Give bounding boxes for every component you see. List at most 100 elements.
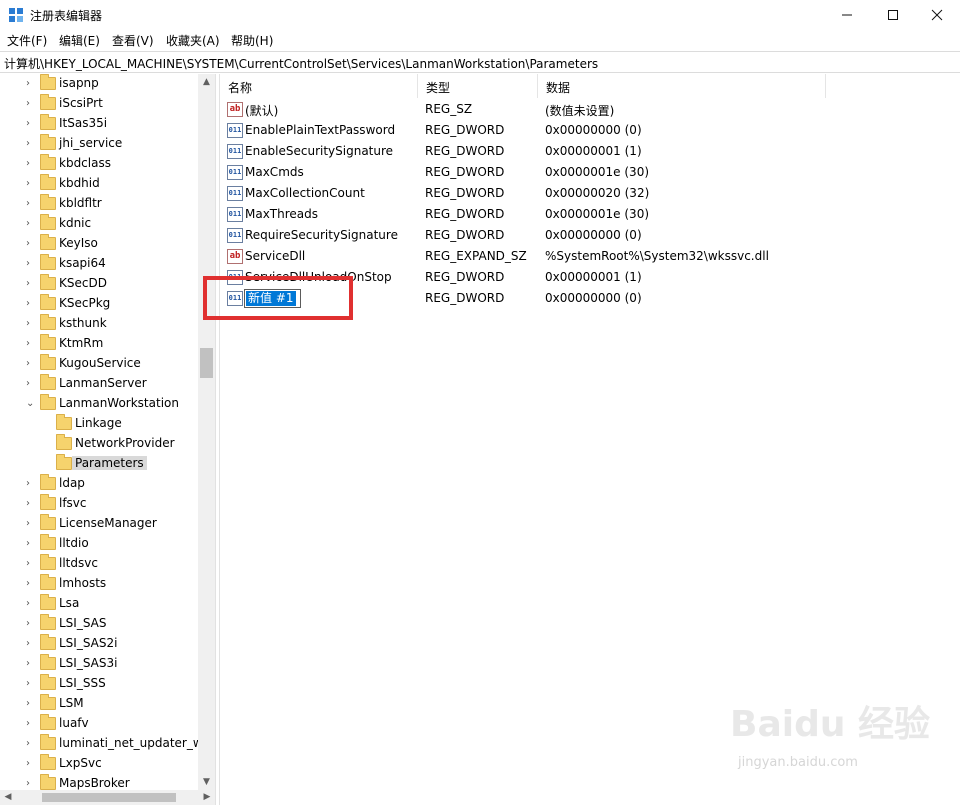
tree-item[interactable]: › ldap (0, 474, 198, 494)
chevron-right-icon[interactable]: › (26, 358, 36, 370)
tree-item[interactable]: › LxpSvc (0, 754, 198, 774)
chevron-right-icon[interactable]: › (26, 758, 36, 770)
chevron-right-icon[interactable]: › (26, 558, 36, 570)
value-row[interactable]: 011 EnableSecuritySignature REG_DWORD 0x000… (220, 141, 960, 162)
chevron-right-icon[interactable]: › (26, 678, 36, 690)
column-header-name[interactable]: 名称 (220, 74, 418, 98)
chevron-right-icon[interactable]: › (26, 378, 36, 390)
chevron-right-icon[interactable]: › (26, 578, 36, 590)
value-row[interactable]: 011 MaxCmds REG_DWORD 0x0000001e (30) (220, 162, 960, 183)
tree-item[interactable]: › KugouService (0, 354, 198, 374)
address-bar[interactable]: 计算机\HKEY_LOCAL_MACHINE\SYSTEM\CurrentCon… (0, 51, 960, 73)
chevron-right-icon[interactable]: › (26, 538, 36, 550)
chevron-right-icon[interactable]: › (26, 698, 36, 710)
chevron-right-icon[interactable]: › (26, 498, 36, 510)
chevron-right-icon[interactable]: › (26, 278, 36, 290)
tree-item[interactable]: › lfsvc (0, 494, 198, 514)
value-row[interactable]: 011 MaxCollectionCount REG_DWORD 0x00000020… (220, 183, 960, 204)
tree-item[interactable]: › KeyIso (0, 234, 198, 254)
tree-item[interactable]: › kbdhid (0, 174, 198, 194)
value-row[interactable]: 011 MaxThreads REG_DWORD 0x0000001e (30) (220, 204, 960, 225)
tree-item[interactable]: › KSecDD (0, 274, 198, 294)
chevron-right-icon[interactable]: › (26, 178, 36, 190)
tree-item[interactable]: › LSI_SAS2i (0, 634, 198, 654)
close-button[interactable] (914, 0, 960, 30)
value-row[interactable]: ab (默认) REG_SZ (数值未设置) (220, 99, 960, 120)
tree-item[interactable]: Linkage (0, 414, 198, 434)
h-scroll-thumb[interactable] (42, 793, 176, 802)
chevron-right-icon[interactable]: › (26, 658, 36, 670)
chevron-right-icon[interactable]: › (26, 478, 36, 490)
tree-item[interactable]: › luafv (0, 714, 198, 734)
maximize-button[interactable] (870, 0, 916, 30)
chevron-right-icon[interactable]: › (26, 618, 36, 630)
tree-item[interactable]: › LSI_SAS (0, 614, 198, 634)
scroll-thumb[interactable] (200, 348, 213, 378)
menu-favorites[interactable]: 收藏夹(A) (166, 32, 220, 49)
chevron-right-icon[interactable]: › (26, 338, 36, 350)
chevron-right-icon[interactable]: › (26, 598, 36, 610)
chevron-right-icon[interactable]: › (26, 138, 36, 150)
tree-item[interactable]: › LSI_SAS3i (0, 654, 198, 674)
chevron-right-icon[interactable]: › (26, 718, 36, 730)
chevron-right-icon[interactable]: › (26, 98, 36, 110)
scroll-down-icon[interactable]: ▼ (198, 774, 215, 790)
tree-item[interactable]: › lltdsvc (0, 554, 198, 574)
chevron-right-icon[interactable]: › (26, 638, 36, 650)
menu-view[interactable]: 查看(V) (112, 32, 154, 49)
value-row[interactable]: 011 RequireSecuritySignature REG_DWORD 0x00… (220, 225, 960, 246)
folder-icon (40, 514, 56, 530)
menu-help[interactable]: 帮助(H) (231, 32, 273, 49)
tree-item[interactable]: › lltdio (0, 534, 198, 554)
tree-item[interactable]: › KSecPkg (0, 294, 198, 314)
value-row[interactable]: 011 EnablePlainTextPassword REG_DWORD 0x000… (220, 120, 960, 141)
menu-file[interactable]: 文件(F) (7, 32, 47, 49)
chevron-right-icon[interactable]: › (26, 318, 36, 330)
scroll-left-icon[interactable]: ◀ (0, 790, 16, 805)
chevron-right-icon[interactable]: › (26, 118, 36, 130)
tree-item[interactable]: › LSI_SSS (0, 674, 198, 694)
chevron-right-icon[interactable]: › (26, 518, 36, 530)
chevron-right-icon[interactable]: › (26, 158, 36, 170)
chevron-right-icon[interactable]: › (26, 778, 36, 790)
column-header-data[interactable]: 数据 (538, 74, 826, 98)
chevron-right-icon[interactable]: › (26, 238, 36, 250)
value-row[interactable]: ab ServiceDll REG_EXPAND_SZ %SystemRoot%\Sy… (220, 246, 960, 267)
tree-item[interactable]: › ksapi64 (0, 254, 198, 274)
tree-item[interactable]: › LSM (0, 694, 198, 714)
tree-item[interactable]: NetworkProvider (0, 434, 198, 454)
tree-item[interactable]: › kbldfltr (0, 194, 198, 214)
chevron-right-icon[interactable]: › (26, 78, 36, 90)
address-path[interactable]: 计算机\HKEY_LOCAL_MACHINE\SYSTEM\CurrentCon… (4, 55, 598, 72)
folder-icon (40, 214, 56, 230)
tree-horizontal-scrollbar[interactable]: ◀ ▶ (0, 790, 215, 805)
tree-item[interactable]: › kbdclass (0, 154, 198, 174)
tree-item[interactable]: › jhi_service (0, 134, 198, 154)
tree-item[interactable]: › luminati_net_updater_wi (0, 734, 206, 754)
chevron-right-icon[interactable]: › (26, 218, 36, 230)
scroll-up-icon[interactable]: ▲ (198, 74, 215, 90)
minimize-button[interactable] (824, 0, 870, 30)
tree-item[interactable]: Parameters (0, 454, 198, 474)
tree-vertical-scrollbar[interactable]: ▲ ▼ (198, 74, 215, 790)
tree-item[interactable]: ⌄ LanmanWorkstation (0, 394, 198, 414)
tree-item[interactable]: › lmhosts (0, 574, 198, 594)
chevron-right-icon[interactable]: › (26, 198, 36, 210)
tree-item[interactable]: › KtmRm (0, 334, 198, 354)
chevron-down-icon[interactable]: ⌄ (26, 398, 36, 410)
tree-item[interactable]: › isapnp (0, 74, 198, 94)
tree-item[interactable]: › Lsa (0, 594, 198, 614)
tree-item[interactable]: › LicenseManager (0, 514, 198, 534)
tree-item[interactable]: › ItSas35i (0, 114, 198, 134)
chevron-right-icon[interactable]: › (26, 738, 36, 750)
tree-item[interactable]: › kdnic (0, 214, 198, 234)
chevron-right-icon[interactable]: › (26, 258, 36, 270)
menu-edit[interactable]: 编辑(E) (59, 32, 100, 49)
tree-item[interactable]: › LanmanServer (0, 374, 198, 394)
tree-item[interactable]: › iScsiPrt (0, 94, 198, 114)
tree-item[interactable]: › ksthunk (0, 314, 198, 334)
scroll-right-icon[interactable]: ▶ (199, 790, 215, 805)
chevron-right-icon[interactable]: › (26, 298, 36, 310)
column-header-type[interactable]: 类型 (418, 74, 538, 98)
folder-icon (40, 274, 56, 290)
